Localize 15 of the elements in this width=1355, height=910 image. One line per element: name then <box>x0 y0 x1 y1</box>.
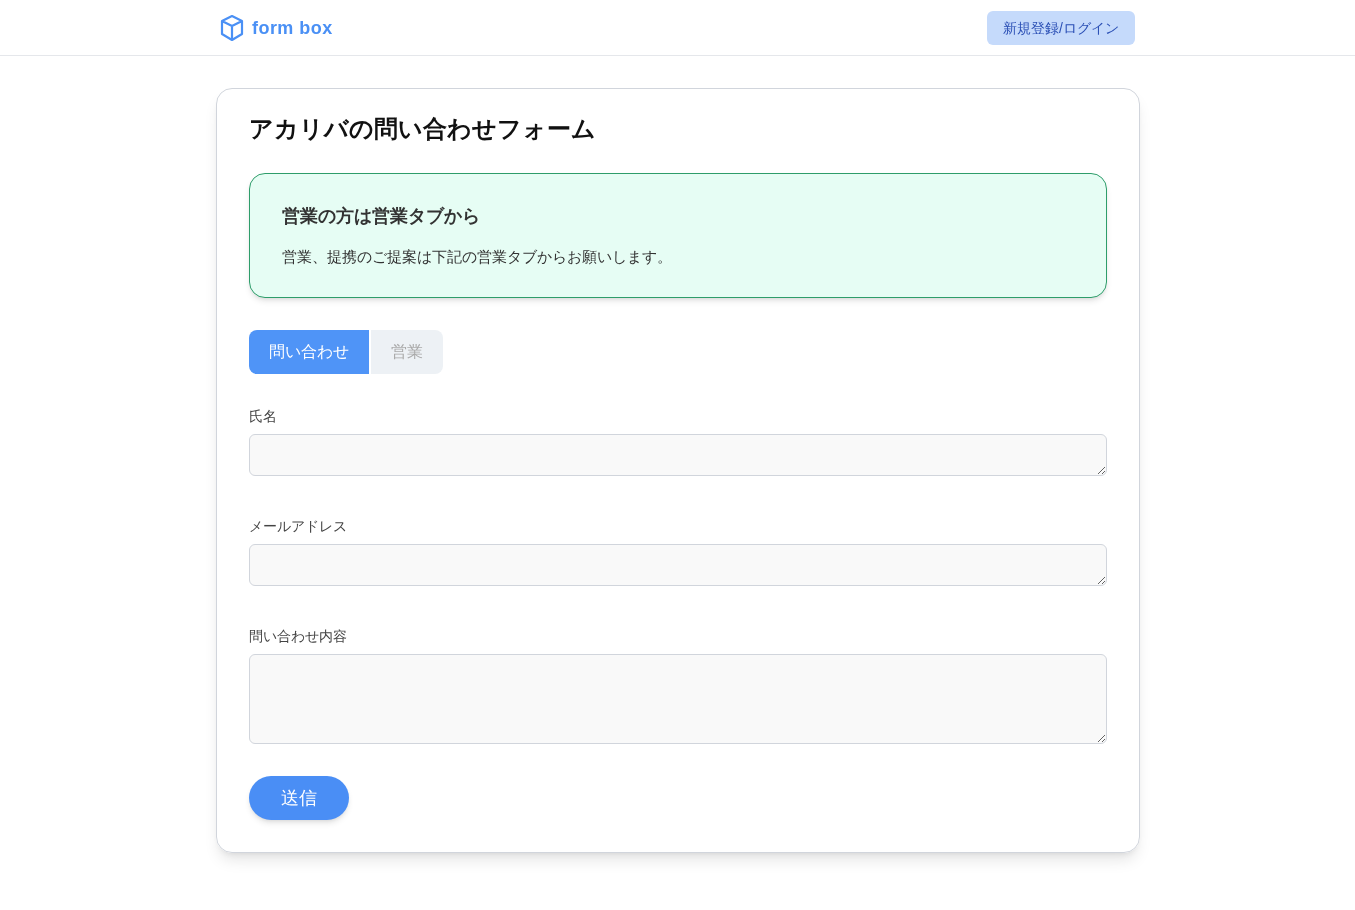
input-field[interactable] <box>248 543 1107 586</box>
field-label: メールアドレス <box>248 516 348 536</box>
notice-text: 営業、提携のご提案は下記の営業タブからお願いします。 <box>281 247 673 267</box>
logo-text: form box <box>252 16 333 40</box>
input-field[interactable] <box>248 653 1107 744</box>
cube-icon <box>220 14 244 41</box>
notice-heading: 営業の方は営業タブから <box>281 205 481 228</box>
input-field[interactable] <box>248 433 1107 476</box>
field-label: 氏名 <box>248 406 278 426</box>
login-button[interactable]: 新規登録/ログイン <box>987 10 1135 45</box>
form-title: アカリバの問い合わせフォーム <box>248 114 597 144</box>
submit-button[interactable]: 送信 <box>248 775 349 820</box>
tab[interactable]: 営業 <box>370 329 443 374</box>
field-label: 問い合わせ内容 <box>248 626 348 646</box>
tab[interactable]: 問い合わせ <box>248 329 369 374</box>
